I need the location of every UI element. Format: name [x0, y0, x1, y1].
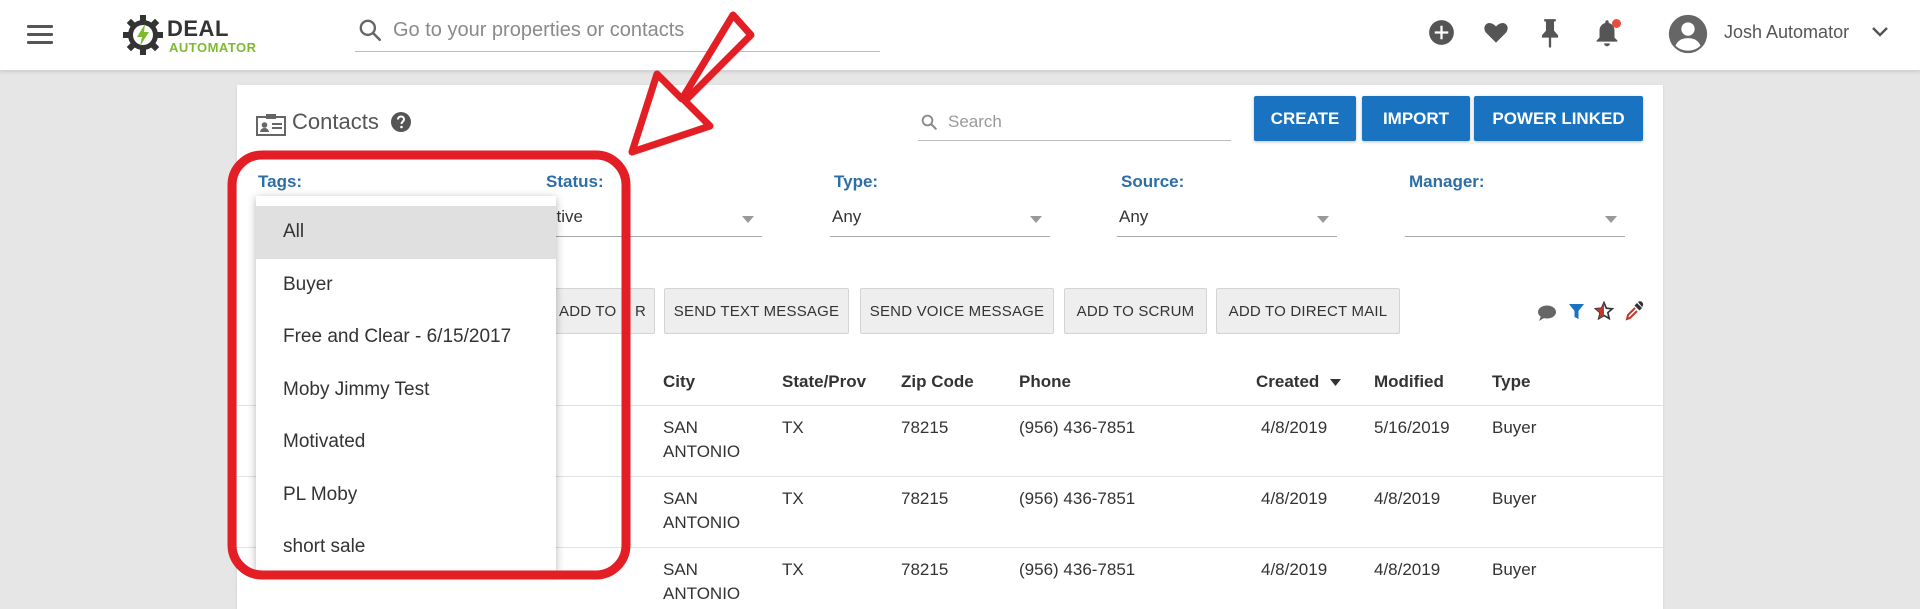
column-header-phone[interactable]: Phone	[1019, 372, 1071, 392]
tag-option-motivated[interactable]: Motivated	[256, 416, 556, 469]
cell-city: SAN ANTONIO	[663, 487, 740, 535]
star-icon[interactable]	[1594, 301, 1614, 321]
cell-type: Buyer	[1492, 489, 1537, 508]
column-header-type[interactable]: Type	[1492, 372, 1530, 392]
comment-icon[interactable]	[1537, 304, 1557, 322]
contact-card-icon	[256, 114, 286, 136]
cell-state: TX	[782, 418, 804, 437]
source-filter-label: Source:	[1121, 172, 1185, 191]
cell-city-line1: SAN	[663, 560, 698, 579]
type-filter-label: Type:	[834, 172, 879, 191]
status-select[interactable]: ctive	[546, 204, 762, 237]
add-to-scrum-button[interactable]: ADD TO SCRUM	[1064, 288, 1207, 334]
cell-phone[interactable]: (956) 436-7851	[1019, 487, 1135, 511]
logo-text-deal: DEAL	[167, 16, 229, 41]
page-title-text: Contacts	[292, 109, 379, 134]
tag-option-free-and-clear[interactable]: Free and Clear - 6/15/2017	[256, 311, 556, 364]
cell-zip: 78215	[901, 489, 949, 508]
sort-desc-icon[interactable]	[1330, 379, 1341, 386]
cell-phone[interactable]: (956) 436-7851	[1019, 416, 1135, 440]
cell-city-line2: ANTONIO	[663, 584, 741, 603]
import-button[interactable]: IMPORT	[1362, 96, 1470, 141]
manager-select[interactable]	[1405, 204, 1625, 237]
manager-filter-label: Manager:	[1409, 172, 1485, 191]
top-bar: DEAL AUTOMATOR Josh Automator	[0, 0, 1920, 71]
column-header-state[interactable]: State/Prov	[782, 372, 866, 392]
menu-icon[interactable]	[27, 25, 53, 45]
source-select-value: Any	[1119, 207, 1149, 226]
user-avatar-icon	[1668, 14, 1708, 54]
eyedropper-icon[interactable]	[1624, 301, 1644, 321]
filter-icon[interactable]	[1568, 303, 1585, 321]
tag-option-all[interactable]: All	[256, 206, 556, 259]
logo-text-automator: AUTOMATOR	[169, 40, 257, 55]
cell-zip: 78215	[901, 418, 949, 437]
column-header-created[interactable]: Created	[1256, 372, 1319, 392]
user-menu[interactable]	[1668, 14, 1708, 54]
chevron-down-icon	[1317, 216, 1329, 223]
cell-city-line2: ANTONIO	[663, 513, 741, 532]
type-select[interactable]: Any	[830, 204, 1050, 237]
chevron-down-icon	[1605, 216, 1617, 223]
cell-state: TX	[782, 560, 804, 579]
global-search	[355, 12, 880, 52]
help-icon[interactable]	[390, 111, 412, 133]
heart-icon[interactable]	[1482, 19, 1510, 46]
tag-option-pl-moby[interactable]: PL Moby	[256, 469, 556, 522]
cell-phone[interactable]: (956) 436-7851	[1019, 558, 1135, 582]
send-voice-message-button[interactable]: SEND VOICE MESSAGE	[860, 288, 1054, 334]
column-header-city[interactable]: City	[663, 372, 695, 392]
cell-type: Buyer	[1492, 418, 1537, 437]
cell-city-line1: SAN	[663, 489, 698, 508]
power-linked-button[interactable]: POWER LINKED	[1474, 96, 1643, 141]
add-to-label: ADD TO	[559, 302, 617, 320]
cell-modified: 4/8/2019	[1374, 560, 1441, 579]
chevron-down-icon	[742, 216, 754, 223]
source-select[interactable]: Any	[1117, 204, 1337, 237]
chevron-down-icon	[1030, 216, 1042, 223]
cell-zip: 78215	[901, 560, 949, 579]
cell-type: Buyer	[1492, 560, 1537, 579]
tag-option-short-sale[interactable]: short sale	[256, 521, 556, 574]
user-name[interactable]: Josh Automator	[1724, 22, 1849, 43]
cell-created: 4/8/2019	[1261, 560, 1328, 579]
column-header-modified[interactable]: Modified	[1374, 372, 1444, 392]
status-filter-label: Status:	[546, 172, 604, 191]
notification-badge	[1612, 19, 1621, 28]
tags-filter-label: Tags:	[258, 172, 303, 191]
cell-state: TX	[782, 489, 804, 508]
pin-icon[interactable]	[1538, 18, 1562, 48]
send-text-message-button[interactable]: SEND TEXT MESSAGE	[664, 288, 849, 334]
add-to-direct-mail-button[interactable]: ADD TO DIRECT MAIL	[1216, 288, 1400, 334]
dropdown-padding	[256, 196, 556, 206]
gear-bolt-logo-icon	[123, 15, 163, 55]
cell-modified: 5/16/2019	[1374, 418, 1450, 437]
cell-city-line2: ANTONIO	[663, 442, 741, 461]
search-icon	[359, 19, 382, 42]
contacts-search	[918, 106, 1231, 141]
tags-dropdown-menu: All Buyer Free and Clear - 6/15/2017 Mob…	[256, 196, 556, 572]
create-button[interactable]: CREATE	[1254, 96, 1356, 141]
cell-created: 4/8/2019	[1261, 489, 1328, 508]
type-select-value: Any	[832, 207, 862, 226]
contacts-search-input[interactable]	[948, 110, 1218, 134]
cell-city: SAN ANTONIO	[663, 558, 740, 606]
add-circle-icon[interactable]	[1428, 19, 1455, 46]
global-search-input[interactable]	[393, 16, 863, 44]
chevron-down-icon[interactable]	[1871, 26, 1889, 38]
column-header-zip[interactable]: Zip Code	[901, 372, 974, 392]
cell-modified: 4/8/2019	[1374, 489, 1441, 508]
add-to-label-end: R	[635, 302, 647, 320]
app-logo[interactable]: DEAL AUTOMATOR	[122, 12, 272, 60]
search-icon	[921, 114, 937, 130]
cell-city: SAN ANTONIO	[663, 416, 740, 464]
tag-option-moby-jimmy-test[interactable]: Moby Jimmy Test	[256, 364, 556, 417]
cell-created: 4/8/2019	[1261, 418, 1328, 437]
cell-city-line1: SAN	[663, 418, 698, 437]
tag-option-buyer[interactable]: Buyer	[256, 259, 556, 312]
